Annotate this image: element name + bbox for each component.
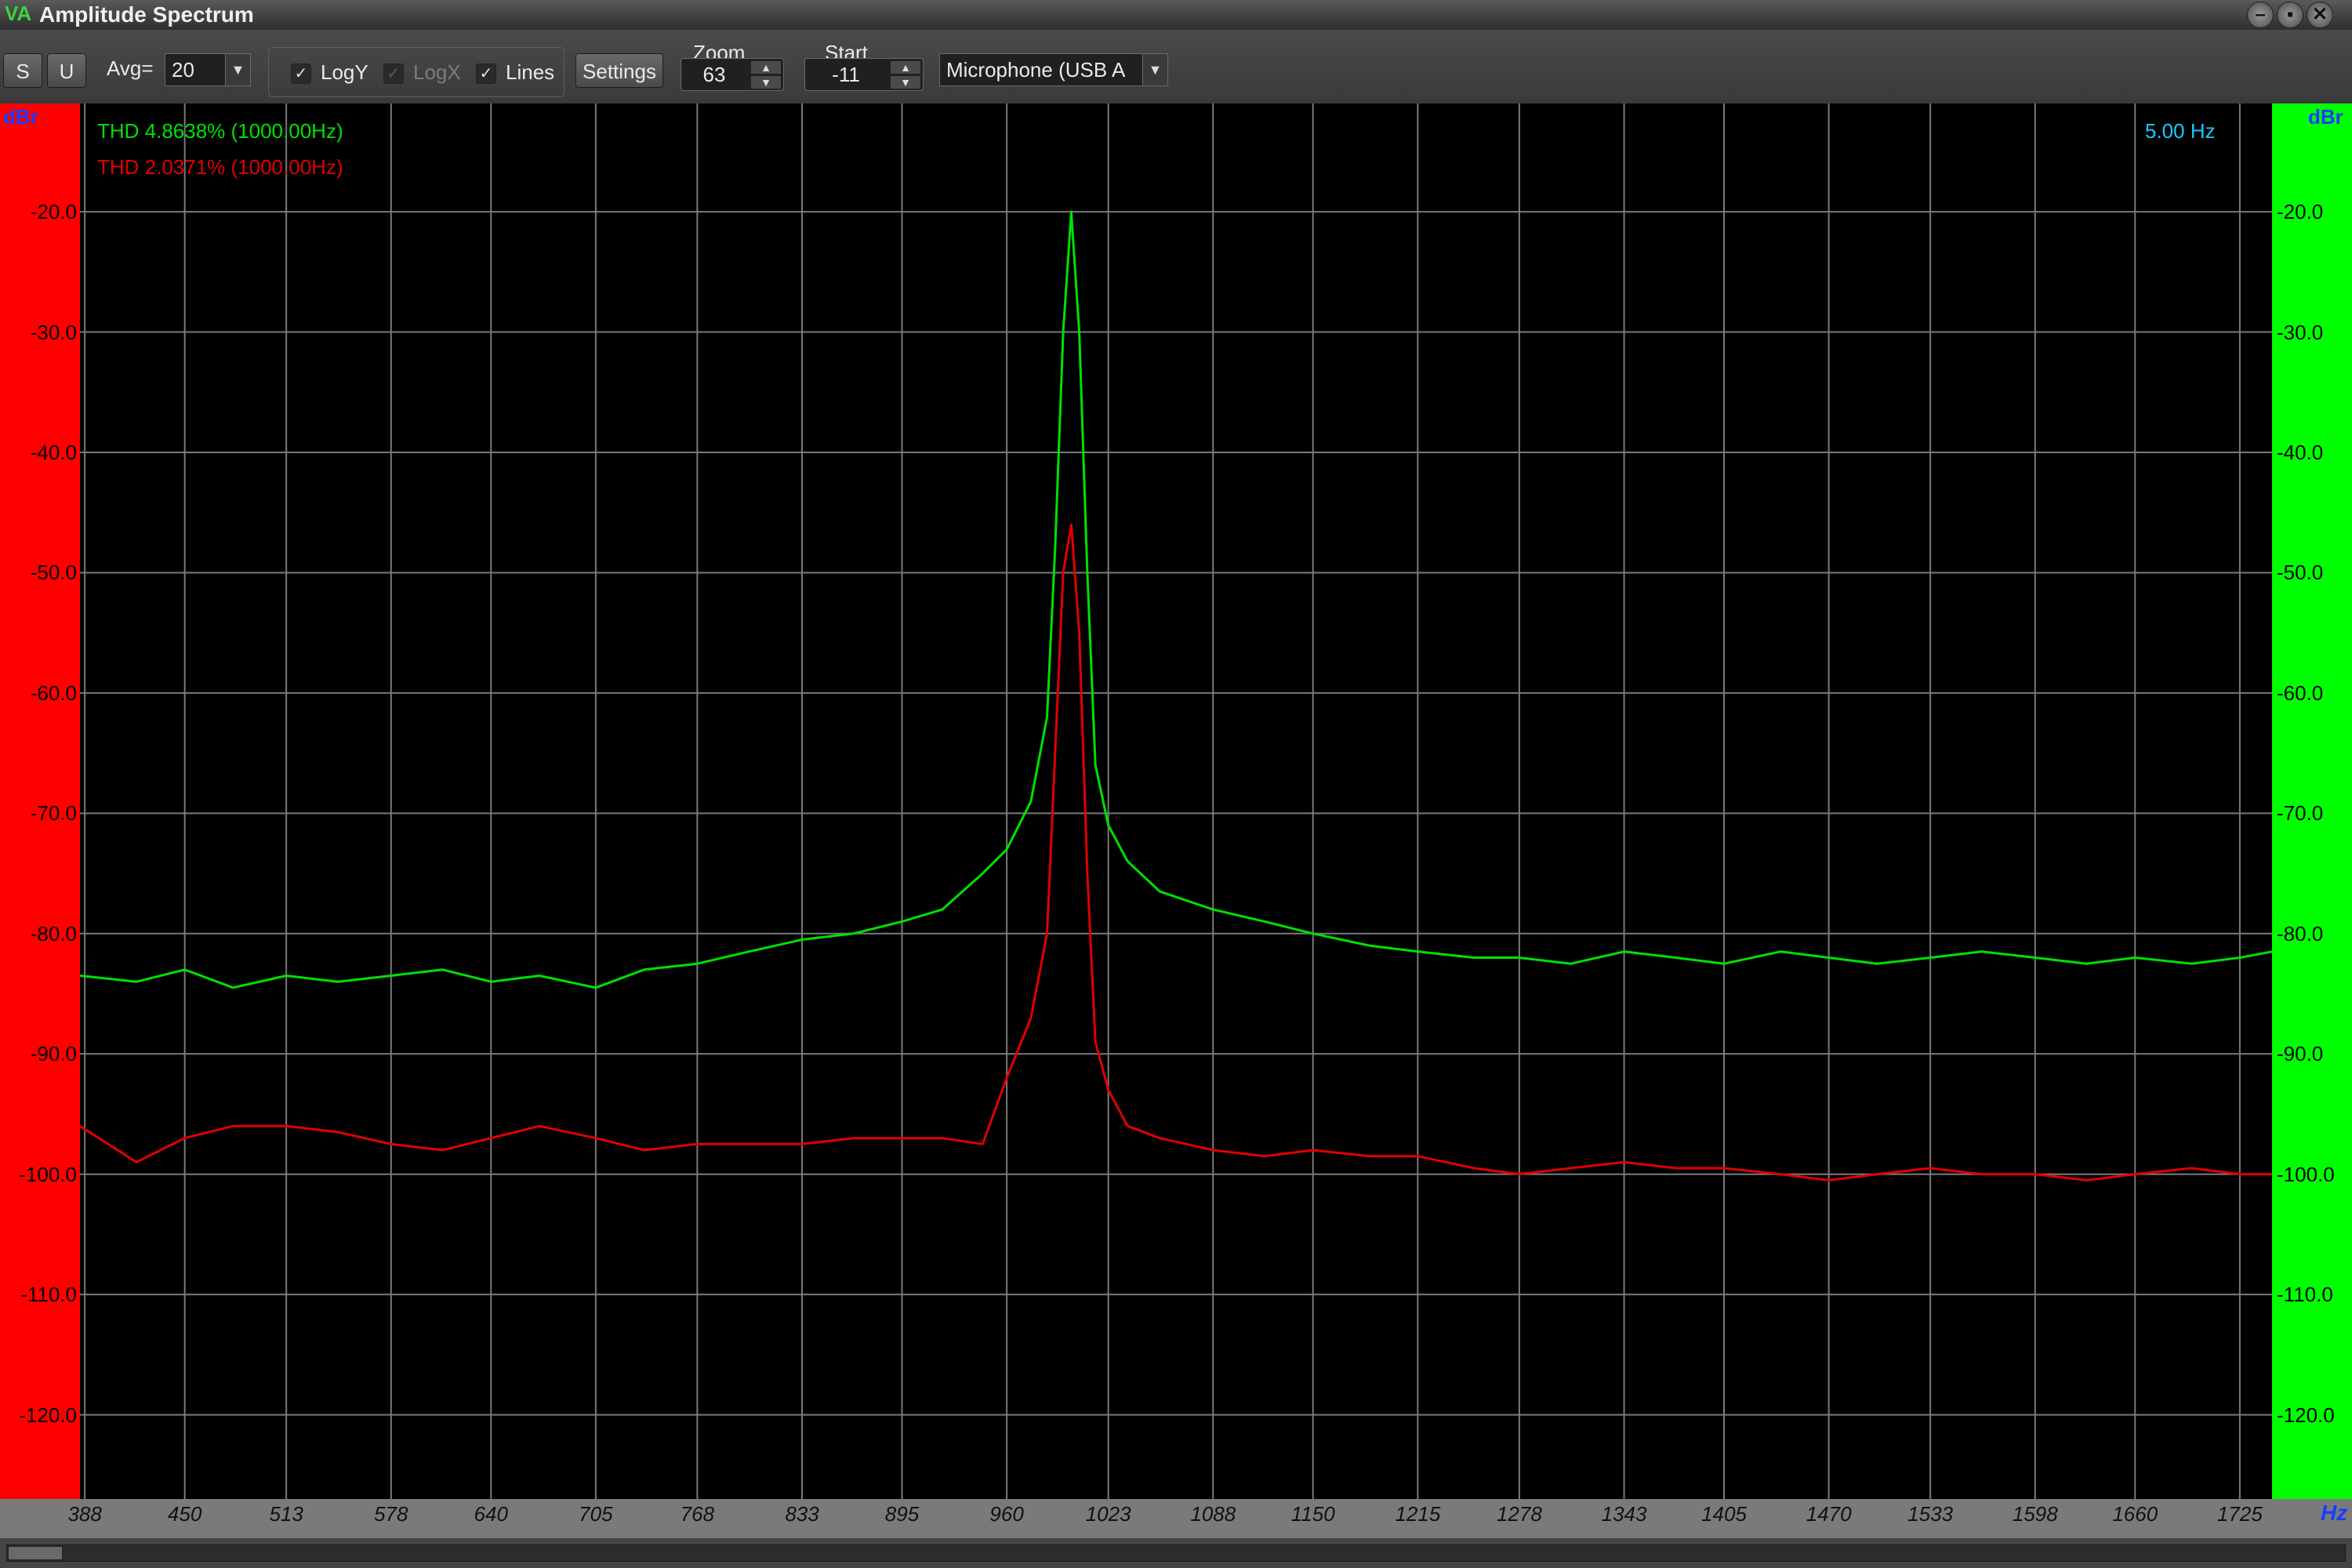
y-tick-label-left: -50.0 [30, 561, 77, 585]
y-tick-label-right: -110.0 [2277, 1283, 2333, 1307]
y-tick-label-right: -40.0 [2277, 441, 2324, 464]
y-tick-label-right: -60.0 [2277, 681, 2324, 705]
y-tick-label-left: -100.0 [19, 1162, 77, 1186]
plot-grid [80, 103, 2272, 1499]
x-tick-label: 1470 [1806, 1502, 1852, 1526]
y-tick-label-left: -90.0 [30, 1042, 77, 1066]
x-tick-label: 640 [474, 1502, 508, 1526]
spectrum-plot [79, 103, 2273, 1499]
y-tick-label-left: -80.0 [30, 921, 77, 946]
x-tick-label: 1215 [1395, 1502, 1441, 1526]
x-axis-bar [0, 1499, 2352, 1538]
y-tick-label-right: -20.0 [2277, 200, 2324, 224]
scrollbar-thumb[interactable] [8, 1546, 63, 1560]
thd-readout-red: THD 2.0371% (1000.00Hz) [97, 155, 343, 179]
x-tick-label: 1660 [2112, 1502, 2158, 1526]
y-tick-label-right: -120.0 [2277, 1403, 2335, 1427]
x-tick-label: 1598 [2012, 1502, 2058, 1526]
y-tick-label-left: -40.0 [30, 441, 77, 464]
x-tick-label: 833 [785, 1502, 819, 1526]
series-line-red [79, 523, 2272, 1181]
plot-series [79, 210, 2273, 1181]
x-tick-label: 768 [680, 1502, 715, 1526]
y-tick-label-left: -60.0 [30, 681, 77, 705]
x-tick-label: 388 [67, 1502, 102, 1526]
x-tick-label: 960 [989, 1502, 1024, 1526]
x-axis-label: Hz [2321, 1501, 2348, 1525]
x-tick-label: 705 [579, 1502, 613, 1526]
y-tick-label-right: -70.0 [2277, 801, 2324, 826]
thd-readout-green: THD 4.8638% (1000.00Hz) [97, 119, 343, 143]
y-tick-label-right: -80.0 [2277, 921, 2324, 946]
x-tick-label: 1150 [1290, 1502, 1335, 1526]
x-tick-label: 1278 [1496, 1502, 1542, 1526]
series-line-green [79, 210, 2273, 989]
x-tick-label: 1533 [1907, 1502, 1954, 1526]
y-tick-label-right: -50.0 [2277, 561, 2324, 585]
x-tick-label: 895 [884, 1502, 920, 1526]
x-tick-label: 1725 [2216, 1502, 2263, 1526]
x-tick-label: 1405 [1701, 1502, 1747, 1526]
x-tick-label: 513 [269, 1502, 303, 1526]
y-tick-label-left: -110.0 [20, 1283, 77, 1307]
y-tick-label-left: -20.0 [30, 200, 77, 224]
x-tick-label: 1088 [1190, 1502, 1236, 1526]
x-tick-label: 450 [167, 1502, 202, 1526]
frequency-resolution: 5.00 Hz [2145, 119, 2216, 143]
x-tick-label: 578 [374, 1502, 408, 1526]
y-tick-label-right: -100.0 [2277, 1162, 2335, 1186]
y-tick-label-right: -30.0 [2277, 320, 2324, 344]
y-tick-label-left: -70.0 [30, 801, 77, 826]
y-tick-label-left: -120.0 [19, 1403, 77, 1427]
x-tick-label: 1023 [1085, 1502, 1131, 1526]
scrollbar-track[interactable] [6, 1544, 2346, 1562]
y-tick-label-right: -90.0 [2277, 1042, 2324, 1066]
y-tick-label-left: -30.0 [30, 320, 77, 344]
x-tick-label: 1343 [1601, 1502, 1647, 1526]
